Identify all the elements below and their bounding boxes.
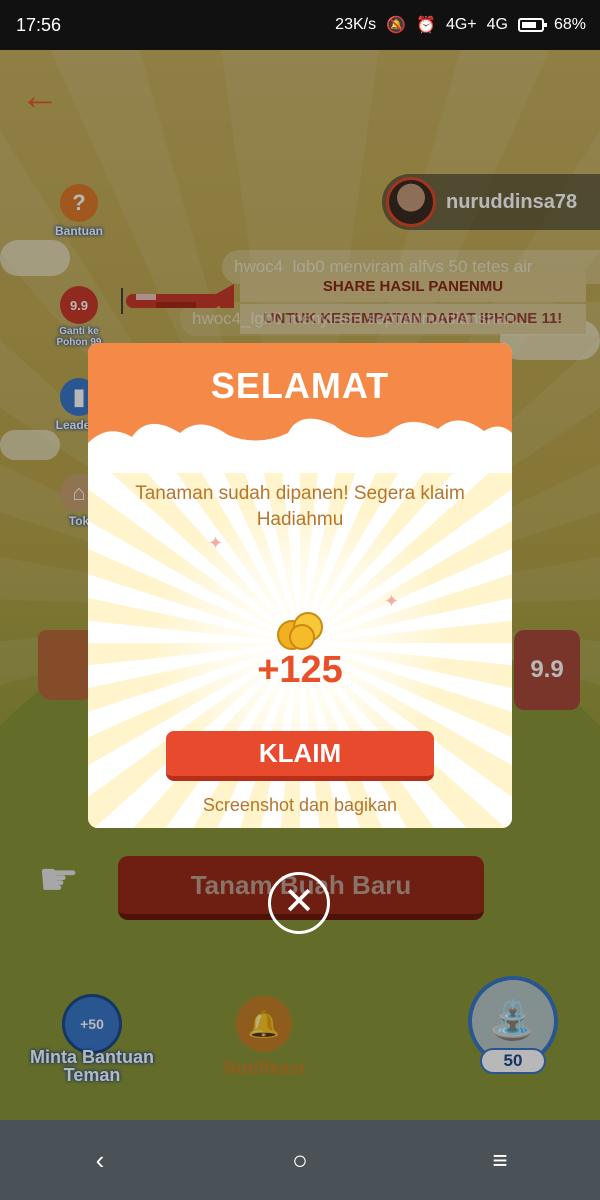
status-icons: 23K/s 🔕 ⏰ 4G+ 4G 68% <box>335 15 586 35</box>
signal-1: 4G+ <box>445 16 477 33</box>
battery-percent: 68% <box>553 16 586 33</box>
nav-menu-icon[interactable]: ≡ <box>460 1145 540 1176</box>
net-speed: 23K/s <box>335 16 377 33</box>
dialog-message: Tanaman sudah dipanen! Segera klaim Hadi… <box>135 483 465 530</box>
status-time: 17:56 <box>16 14 62 35</box>
reward-amount: +125 <box>257 649 343 691</box>
system-nav-bar: ‹ ○ ≡ <box>0 1120 600 1200</box>
sparkle-icon: ✦ <box>208 533 224 553</box>
claim-button[interactable]: KLAIM <box>166 731 434 781</box>
harvest-reward-dialog: SELAMAT Tanaman sudah dipanen! Segera kl… <box>88 343 512 828</box>
share-hint: Screenshot dan bagikan <box>202 795 398 815</box>
battery-icon <box>517 18 547 32</box>
sparkle-icon: ✦ <box>384 591 400 611</box>
mute-icon: 🔕 <box>386 17 407 34</box>
alarm-icon: ⏰ <box>416 17 436 34</box>
signal-2: 4G <box>486 16 508 33</box>
status-bar: 17:56 23K/s 🔕 ⏰ 4G+ 4G 68% <box>0 0 600 50</box>
nav-back-icon[interactable]: ‹ <box>60 1145 140 1176</box>
dialog-title: SELAMAT <box>210 365 390 406</box>
dialog-cloud-edge <box>88 418 512 473</box>
nav-home-icon[interactable]: ○ <box>260 1145 340 1176</box>
coin-icon <box>277 612 323 650</box>
close-icon[interactable]: ✕ <box>268 872 330 934</box>
